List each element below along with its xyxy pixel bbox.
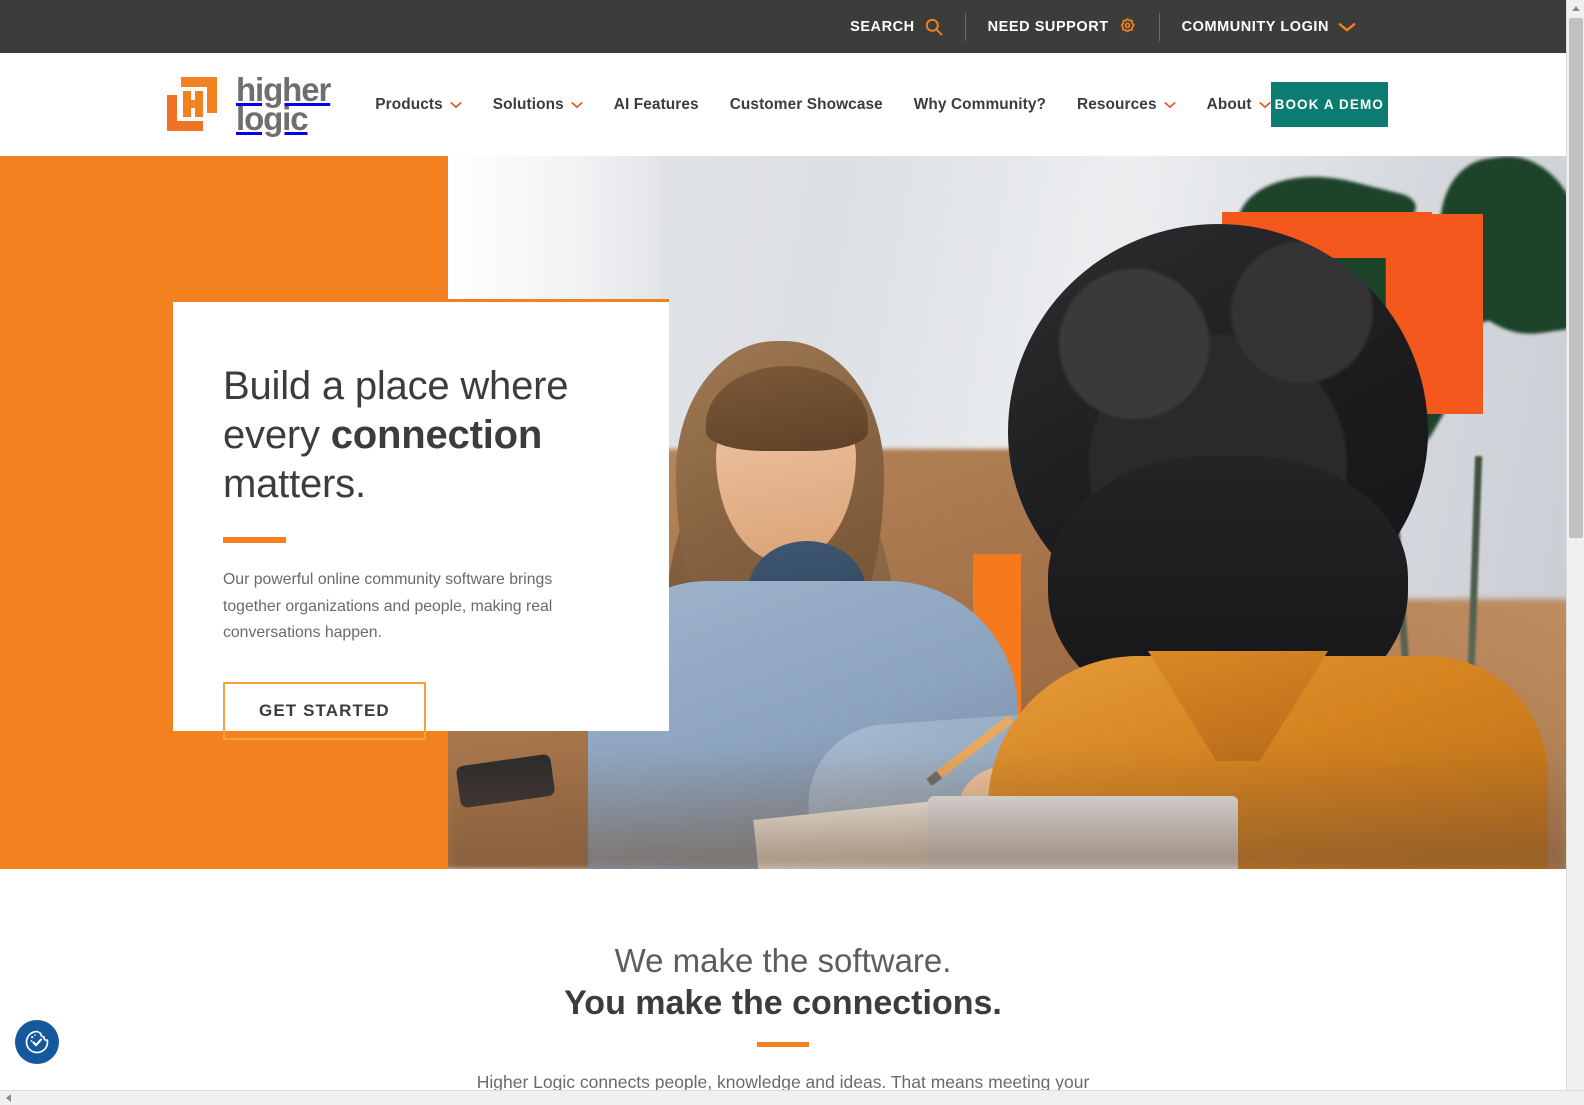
intro-paragraph: Higher Logic connects people, knowledge … [476, 1072, 1090, 1090]
chevron-down-icon [1259, 96, 1271, 114]
nav-label: Resources [1077, 95, 1157, 113]
utility-login-label: COMMUNITY LOGIN [1181, 18, 1329, 35]
site-header: higher logic Products Solutions AI Featu… [0, 53, 1566, 156]
nav-item-products[interactable]: Products [375, 96, 462, 114]
intro-section: We make the software. You make the conne… [0, 869, 1566, 1090]
hero-section: Build a place where every connection mat… [0, 156, 1566, 869]
get-started-button[interactable]: GET STARTED [223, 682, 426, 741]
nav-label: Why Community? [913, 95, 1047, 113]
chevron-down-icon [1164, 96, 1176, 114]
nav-item-resources[interactable]: Resources [1077, 96, 1176, 114]
hero-heading: Build a place where every connection mat… [223, 362, 623, 508]
search-icon [924, 17, 943, 36]
scroll-up-button[interactable] [1567, 0, 1584, 17]
intro-accent-rule [757, 1042, 809, 1048]
utility-item-community-login[interactable]: COMMUNITY LOGIN [1158, 12, 1378, 41]
browser-viewport: SEARCH NEED SUPPORT COMMUNITY LOGIN high… [0, 0, 1584, 1105]
hero-image-foreground-shadow [448, 749, 1566, 869]
intro-heading-bold: You make the connections. [564, 983, 1002, 1022]
hero-paragraph: Our powerful online community software b… [223, 571, 553, 641]
logo-word-line2: logic [236, 99, 309, 137]
nav-item-why-community[interactable]: Why Community? [914, 96, 1046, 114]
book-a-demo-button[interactable]: BOOK A DEMO [1270, 82, 1388, 127]
intro-heading-light: We make the software. [614, 942, 952, 979]
page-content: SEARCH NEED SUPPORT COMMUNITY LOGIN high… [0, 0, 1566, 1090]
nav-label: Solutions [492, 95, 564, 113]
nav-label: Products [375, 95, 443, 113]
accessibility-cookie-icon [25, 1030, 49, 1054]
hero-heading-emphasis: connection [330, 412, 543, 457]
chevron-down-icon [1338, 21, 1356, 33]
triangle-left-icon [5, 1094, 11, 1102]
nav-label: AI Features [613, 95, 699, 113]
nav-item-solutions[interactable]: Solutions [493, 96, 583, 114]
horizontal-scrollbar[interactable] [0, 1090, 1584, 1105]
utility-item-search[interactable]: SEARCH [828, 13, 965, 41]
utility-bar: SEARCH NEED SUPPORT COMMUNITY LOGIN [0, 0, 1566, 53]
gear-icon [1118, 17, 1137, 36]
chevron-down-icon [450, 96, 462, 114]
vertical-scrollbar[interactable] [1566, 0, 1584, 1090]
nav-label: About [1206, 95, 1252, 113]
utility-support-label: NEED SUPPORT [987, 18, 1109, 35]
intro-heading: We make the software. You make the conne… [0, 941, 1566, 1024]
higher-logic-bracket-mark-icon [161, 75, 223, 135]
vertical-scrollbar-thumb[interactable] [1569, 18, 1583, 538]
hero-content-card: Build a place where every connection mat… [173, 299, 669, 741]
nav-item-about[interactable]: About [1207, 96, 1271, 114]
nav-label: Customer Showcase [729, 95, 883, 113]
site-logo[interactable]: higher logic [161, 73, 331, 137]
hero-accent-rule [223, 537, 286, 544]
logo-wordmark: higher logic [236, 73, 331, 137]
primary-navigation: Products Solutions AI Features Customer … [375, 96, 1271, 114]
utility-item-need-support[interactable]: NEED SUPPORT [964, 12, 1159, 41]
hero-heading-part2: matters. [223, 461, 366, 506]
accessibility-widget-button[interactable] [15, 1020, 59, 1064]
utility-search-label: SEARCH [850, 18, 915, 35]
triangle-up-icon [1571, 6, 1580, 11]
chevron-down-icon [571, 96, 583, 114]
scroll-left-button[interactable] [0, 1091, 16, 1105]
nav-item-ai-features[interactable]: AI Features [614, 96, 699, 114]
nav-item-customer-showcase[interactable]: Customer Showcase [730, 96, 883, 114]
